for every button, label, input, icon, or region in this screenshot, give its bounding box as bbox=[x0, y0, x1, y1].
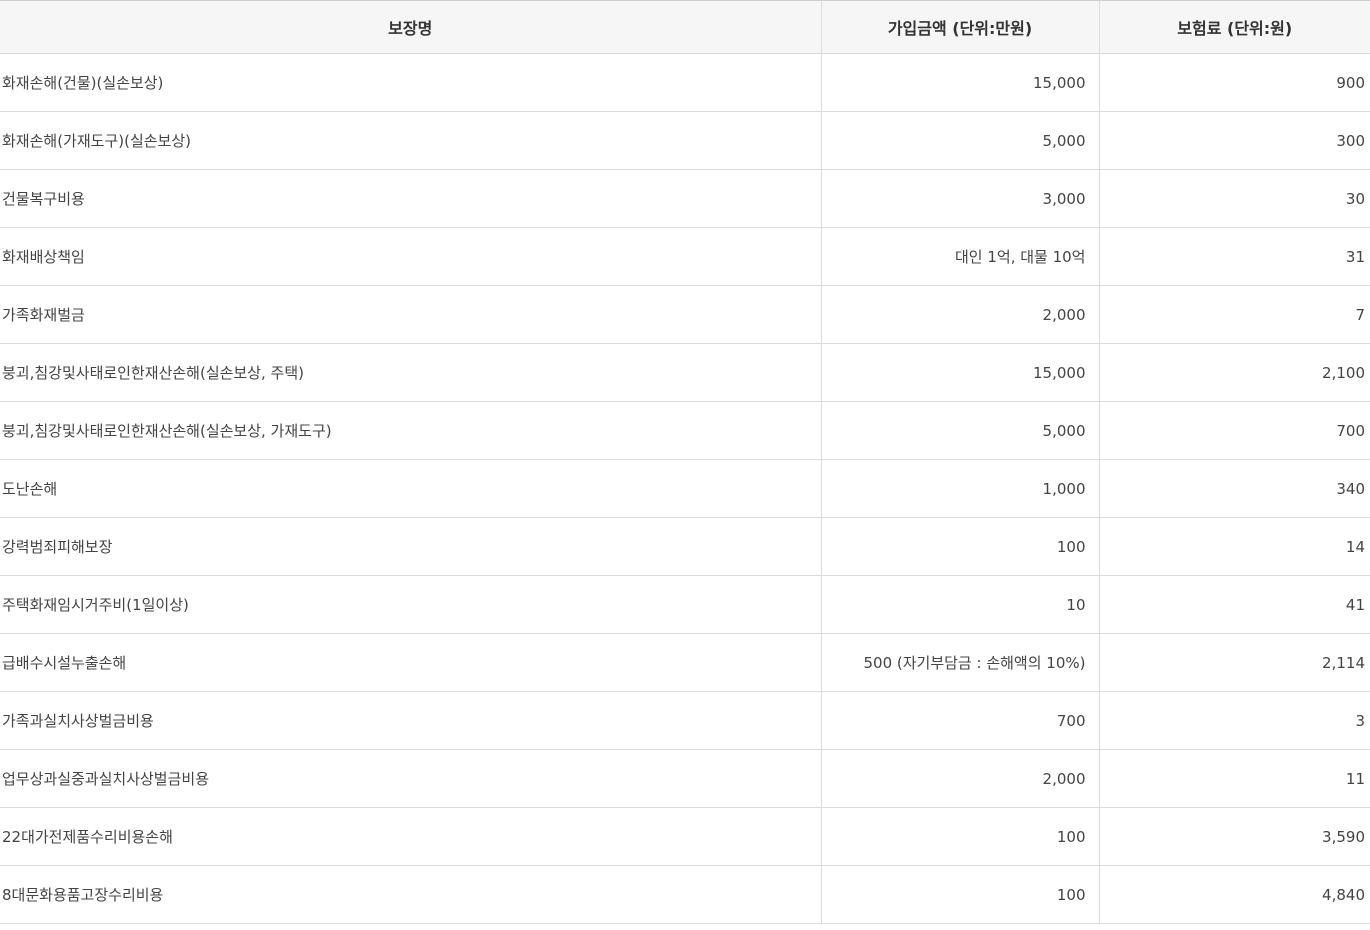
premium-cell: 2,100 bbox=[1098, 343, 1370, 402]
coverage-name-cell: 화재손해(가재도구)(실손보상) bbox=[0, 111, 821, 170]
table-header: 보장명 가입금액 (단위:만원) 보험료 (단위:원) bbox=[0, 0, 1370, 54]
table-row: 붕괴,침강및사태로인한재산손해(실손보상, 가재도구) 5,000 700 bbox=[0, 401, 1370, 460]
table-row: 화재배상책임 대인 1억, 대물 10억 31 bbox=[0, 227, 1370, 286]
table-row: 화재손해(가재도구)(실손보상) 5,000 300 bbox=[0, 111, 1370, 170]
premium-cell: 900 bbox=[1098, 53, 1370, 112]
coverage-amount-cell: 700 bbox=[820, 691, 1099, 750]
coverage-amount-cell: 2,000 bbox=[820, 285, 1099, 344]
premium-cell: 4,840 bbox=[1098, 865, 1370, 924]
coverage-amount-cell: 15,000 bbox=[820, 343, 1099, 402]
premium-cell: 31 bbox=[1098, 227, 1370, 286]
coverage-amount-cell: 5,000 bbox=[820, 111, 1099, 170]
coverage-amount-cell: 100 bbox=[820, 807, 1099, 866]
header-coverage-name: 보장명 bbox=[0, 0, 821, 54]
coverage-name-cell: 도난손해 bbox=[0, 459, 821, 518]
table-row: 가족화재벌금 2,000 7 bbox=[0, 285, 1370, 344]
premium-cell: 3 bbox=[1098, 691, 1370, 750]
header-premium: 보험료 (단위:원) bbox=[1098, 0, 1370, 54]
header-coverage-amount: 가입금액 (단위:만원) bbox=[820, 0, 1099, 54]
coverage-amount-cell: 1,000 bbox=[820, 459, 1099, 518]
coverage-name-cell: 강력범죄피해보장 bbox=[0, 517, 821, 576]
premium-cell: 300 bbox=[1098, 111, 1370, 170]
coverage-name-cell: 22대가전제품수리비용손해 bbox=[0, 807, 821, 866]
premium-cell: 2,114 bbox=[1098, 633, 1370, 692]
coverage-amount-cell: 3,000 bbox=[820, 169, 1099, 228]
table-row: 붕괴,침강및사태로인한재산손해(실손보상, 주택) 15,000 2,100 bbox=[0, 343, 1370, 402]
table-row: 강력범죄피해보장 100 14 bbox=[0, 517, 1370, 576]
coverage-name-cell: 업무상과실중과실치사상벌금비용 bbox=[0, 749, 821, 808]
coverage-amount-cell: 대인 1억, 대물 10억 bbox=[820, 227, 1099, 286]
coverage-amount-cell: 5,000 bbox=[820, 401, 1099, 460]
coverage-name-cell: 주택화재임시거주비(1일이상) bbox=[0, 575, 821, 634]
coverage-amount-cell: 100 bbox=[820, 517, 1099, 576]
premium-cell: 14 bbox=[1098, 517, 1370, 576]
coverage-amount-cell: 500 (자기부담금 : 손해액의 10%) bbox=[820, 633, 1099, 692]
premium-cell: 7 bbox=[1098, 285, 1370, 344]
table-row: 도난손해 1,000 340 bbox=[0, 459, 1370, 518]
premium-cell: 3,590 bbox=[1098, 807, 1370, 866]
table-row: 22대가전제품수리비용손해 100 3,590 bbox=[0, 807, 1370, 866]
premium-cell: 11 bbox=[1098, 749, 1370, 808]
premium-cell: 30 bbox=[1098, 169, 1370, 228]
coverage-name-cell: 가족과실치사상벌금비용 bbox=[0, 691, 821, 750]
premium-cell: 700 bbox=[1098, 401, 1370, 460]
coverage-amount-cell: 2,000 bbox=[820, 749, 1099, 808]
header-row: 보장명 가입금액 (단위:만원) 보험료 (단위:원) bbox=[0, 0, 1370, 54]
coverage-amount-cell: 15,000 bbox=[820, 53, 1099, 112]
coverage-name-cell: 붕괴,침강및사태로인한재산손해(실손보상, 가재도구) bbox=[0, 401, 821, 460]
table-row: 8대문화용품고장수리비용 100 4,840 bbox=[0, 865, 1370, 924]
table-body: 화재손해(건물)(실손보상) 15,000 900 화재손해(가재도구)(실손보… bbox=[0, 53, 1370, 924]
table-row: 가족과실치사상벌금비용 700 3 bbox=[0, 691, 1370, 750]
coverage-name-cell: 화재배상책임 bbox=[0, 227, 821, 286]
coverage-amount-cell: 10 bbox=[820, 575, 1099, 634]
coverage-name-cell: 8대문화용품고장수리비용 bbox=[0, 865, 821, 924]
coverage-table: 보장명 가입금액 (단위:만원) 보험료 (단위:원) 화재손해(건물)(실손보… bbox=[0, 0, 1370, 924]
premium-cell: 41 bbox=[1098, 575, 1370, 634]
coverage-name-cell: 붕괴,침강및사태로인한재산손해(실손보상, 주택) bbox=[0, 343, 821, 402]
coverage-name-cell: 건물복구비용 bbox=[0, 169, 821, 228]
coverage-amount-cell: 100 bbox=[820, 865, 1099, 924]
table-row: 주택화재임시거주비(1일이상) 10 41 bbox=[0, 575, 1370, 634]
table-row: 급배수시설누출손해 500 (자기부담금 : 손해액의 10%) 2,114 bbox=[0, 633, 1370, 692]
table-row: 화재손해(건물)(실손보상) 15,000 900 bbox=[0, 53, 1370, 112]
table-row: 건물복구비용 3,000 30 bbox=[0, 169, 1370, 228]
coverage-name-cell: 가족화재벌금 bbox=[0, 285, 821, 344]
premium-cell: 340 bbox=[1098, 459, 1370, 518]
coverage-name-cell: 급배수시설누출손해 bbox=[0, 633, 821, 692]
table-row: 업무상과실중과실치사상벌금비용 2,000 11 bbox=[0, 749, 1370, 808]
coverage-name-cell: 화재손해(건물)(실손보상) bbox=[0, 53, 821, 112]
